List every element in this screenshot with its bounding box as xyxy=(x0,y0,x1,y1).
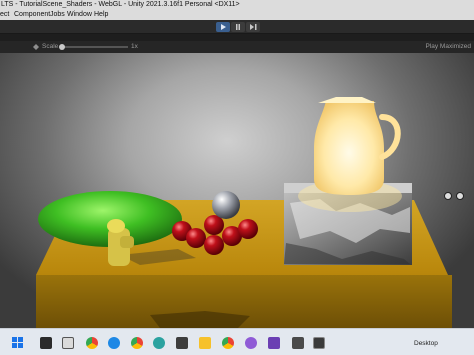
toolbar xyxy=(0,20,474,34)
edge-icon[interactable] xyxy=(153,337,165,349)
arrow-icon[interactable] xyxy=(292,337,304,349)
desktop-label[interactable]: Desktop xyxy=(414,340,438,347)
menu-item-help[interactable]: Help xyxy=(94,10,108,20)
sticky-notes-icon[interactable] xyxy=(199,337,211,349)
step-icon xyxy=(249,24,256,30)
menu-item-window[interactable]: Window xyxy=(67,10,92,20)
step-button[interactable] xyxy=(246,22,260,32)
scale-slider-handle[interactable] xyxy=(59,44,65,50)
unity-icon[interactable] xyxy=(313,337,325,349)
gizmo-toggle-icon[interactable] xyxy=(456,192,464,200)
game-view-toolbar: Scale 1x Play Maximized xyxy=(0,41,474,53)
notes-icon[interactable] xyxy=(176,337,188,349)
menu-item-jobs[interactable]: Jobs xyxy=(50,10,65,20)
gamepad-icon[interactable] xyxy=(245,337,257,349)
game-viewport[interactable] xyxy=(0,53,474,328)
start-icon[interactable] xyxy=(12,337,24,349)
chrome-icon[interactable] xyxy=(86,337,98,349)
scale-value: 1x xyxy=(131,43,138,50)
gizmo-icon[interactable] xyxy=(444,192,452,200)
play-button[interactable] xyxy=(216,22,230,32)
scale-label: Scale xyxy=(42,43,59,50)
window-title: LTS - TutorialScene_Shaders - WebGL - Un… xyxy=(0,0,474,10)
chrome-icon[interactable] xyxy=(131,337,143,349)
play-icon xyxy=(221,24,226,30)
edge-icon[interactable] xyxy=(108,337,120,349)
windows-taskbar xyxy=(0,328,474,355)
pause-icon xyxy=(236,24,240,30)
pause-button[interactable] xyxy=(231,22,245,32)
scene-render xyxy=(36,97,452,328)
menu-bar: ect Component Jobs Window Help xyxy=(0,10,474,20)
scale-icon xyxy=(33,44,39,50)
visual-studio-icon[interactable] xyxy=(268,337,280,349)
mail-icon[interactable] xyxy=(40,337,52,349)
menu-item-select[interactable]: ect xyxy=(0,10,9,20)
scale-slider[interactable] xyxy=(60,46,128,48)
menu-item-component[interactable]: Component xyxy=(14,10,50,20)
play-maximized-toggle[interactable]: Play Maximized xyxy=(425,41,471,53)
chrome-icon[interactable] xyxy=(222,337,234,349)
task-view-icon[interactable] xyxy=(62,337,74,349)
